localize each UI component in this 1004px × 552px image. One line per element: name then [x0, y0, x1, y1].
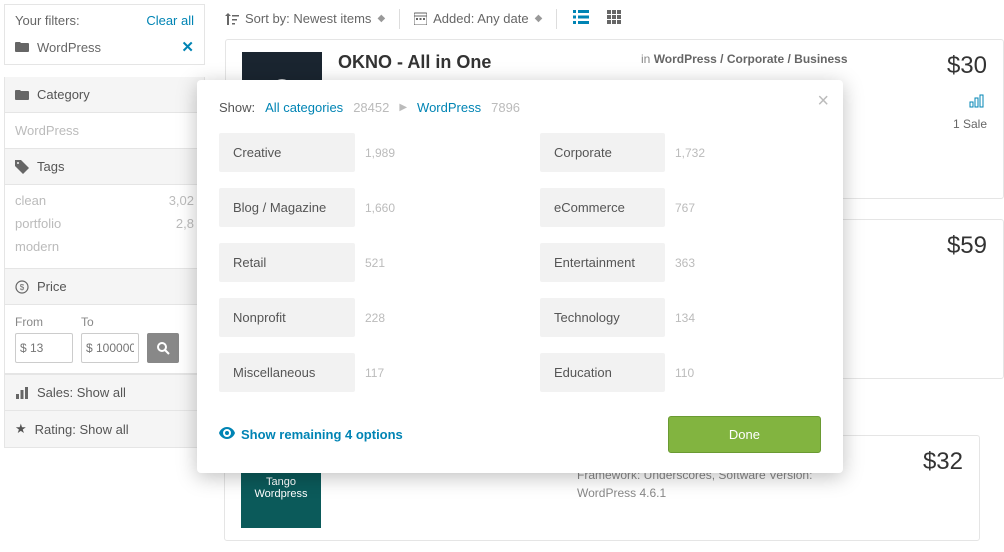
category-header[interactable]: Category — [5, 77, 204, 113]
svg-text:$: $ — [20, 283, 25, 292]
done-button[interactable]: Done — [668, 416, 821, 453]
cat-entertainment[interactable]: Entertainment — [540, 243, 665, 282]
item-breadcrumb: in WordPress / Corporate / Business — [641, 52, 851, 66]
price-search-button[interactable] — [147, 333, 179, 363]
remove-filter[interactable]: ✕ — [181, 38, 194, 56]
eye-icon — [219, 427, 235, 442]
item-title[interactable]: OKNO - All in One — [338, 52, 625, 73]
tags-label: Tags — [37, 159, 64, 174]
cat-education[interactable]: Education — [540, 353, 665, 392]
category-label: Category — [37, 87, 90, 102]
to-label: To — [81, 315, 139, 329]
toolbar-divider — [556, 9, 557, 29]
cat-retail[interactable]: Retail — [219, 243, 355, 282]
date-dropdown[interactable]: Added: Any date ◆ — [414, 11, 542, 26]
bc-all-categories[interactable]: All categories — [265, 100, 343, 115]
folder-icon — [15, 41, 29, 53]
sort-dropdown[interactable]: Sort by: Newest items ◆ — [225, 11, 385, 26]
cat-technology[interactable]: Technology — [540, 298, 665, 337]
cat-ecommerce[interactable]: eCommerce — [540, 188, 665, 227]
item-price: $32 — [843, 448, 963, 476]
price-header[interactable]: $ Price — [5, 269, 204, 305]
tags-header[interactable]: Tags — [5, 149, 204, 185]
grid-view-button[interactable] — [605, 8, 623, 29]
tag-row[interactable]: clean3,02 — [15, 189, 194, 212]
sales-filter[interactable]: Sales: Show all — [5, 374, 204, 410]
sort-arrows: ◆ — [535, 13, 543, 24]
cat-blog[interactable]: Blog / Magazine — [219, 188, 355, 227]
close-icon[interactable]: × — [817, 90, 829, 113]
star-icon: ★ — [15, 421, 27, 437]
sort-arrows: ◆ — [377, 13, 385, 24]
sort-icon — [225, 13, 239, 25]
toolbar-divider — [399, 9, 400, 29]
category-dialog: × Show: All categories 28452 ▶ WordPress… — [197, 80, 843, 473]
category-value: WordPress — [5, 113, 204, 148]
cat-corporate[interactable]: Corporate — [540, 133, 665, 172]
list-view-button[interactable] — [571, 8, 591, 29]
tag-icon — [15, 160, 29, 174]
show-label: Show: — [219, 100, 255, 115]
from-label: From — [15, 315, 73, 329]
dollar-icon: $ — [15, 280, 29, 294]
price-to-input[interactable] — [81, 333, 139, 363]
filters-panel: Your filters: Clear all WordPress ✕ — [4, 4, 205, 65]
active-filter-label: WordPress — [37, 40, 101, 55]
cat-nonprofit[interactable]: Nonprofit — [219, 298, 355, 337]
filters-title: Your filters: — [15, 13, 80, 28]
item-price: $30 — [867, 52, 987, 80]
rating-filter[interactable]: ★ Rating: Show all — [5, 410, 204, 447]
chevron-right-icon: ▶ — [399, 102, 407, 113]
item-sales: 1 Sale — [867, 117, 987, 131]
sales-chart-icon — [867, 92, 987, 113]
cat-creative[interactable]: Creative — [219, 133, 355, 172]
show-remaining-link[interactable]: Show remaining 4 options — [219, 427, 403, 442]
cat-misc[interactable]: Miscellaneous — [219, 353, 355, 392]
calendar-icon — [414, 12, 427, 25]
bc-wordpress[interactable]: WordPress — [417, 100, 481, 115]
price-from-input[interactable] — [15, 333, 73, 363]
price-label: Price — [37, 279, 67, 294]
clear-all-link[interactable]: Clear all — [146, 13, 194, 28]
tag-row[interactable]: modern — [15, 235, 194, 258]
folder-icon — [15, 89, 29, 101]
chart-icon — [15, 387, 29, 399]
item-price: $59 — [867, 232, 987, 260]
toolbar: Sort by: Newest items ◆ Added: Any date … — [225, 4, 1004, 39]
tag-row[interactable]: portfolio2,8 — [15, 212, 194, 235]
